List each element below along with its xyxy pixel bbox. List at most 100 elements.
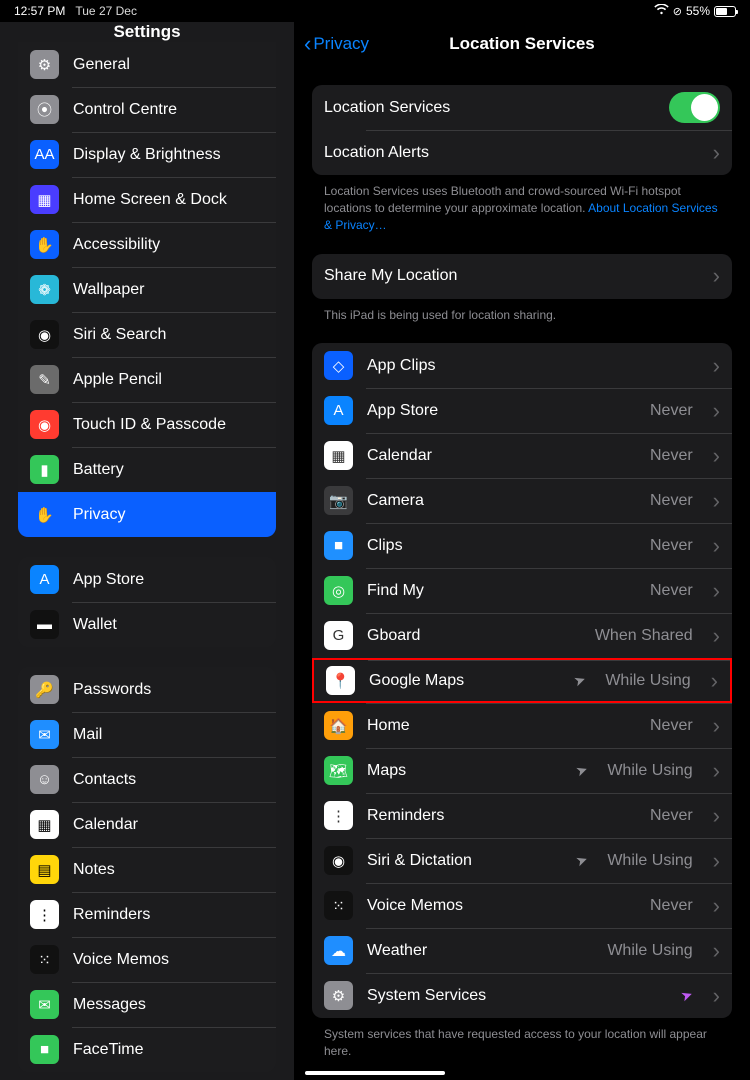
app-row-google-maps[interactable]: 📍Google Maps➤While Using›: [312, 658, 732, 703]
app-row-app-clips[interactable]: ◇App Clips›: [312, 343, 732, 388]
app-row-maps[interactable]: 🗺Maps➤While Using›: [312, 748, 732, 793]
sidebar-item-reminders[interactable]: ⋮Reminders: [18, 892, 276, 937]
app-row-voice-memos[interactable]: ⁙Voice MemosNever›: [312, 883, 732, 928]
reminders-icon: ⋮: [324, 801, 353, 830]
sidebar-item-touch-id-passcode[interactable]: ◉Touch ID & Passcode: [18, 402, 276, 447]
sidebar-item-general[interactable]: ⚙︎ General: [18, 42, 276, 87]
app-row-find-my[interactable]: ◎Find MyNever›: [312, 568, 732, 613]
sidebar-item-label: Battery: [73, 461, 124, 479]
sidebar-item-label: Passwords: [73, 681, 151, 699]
sidebar-item-accessibility[interactable]: ✋Accessibility: [18, 222, 276, 267]
sidebar-item-wallpaper[interactable]: ❁ Wallpaper: [18, 267, 276, 312]
location-services-toggle[interactable]: [669, 92, 720, 123]
app-row-home[interactable]: 🏠HomeNever›: [312, 703, 732, 748]
sidebar-item-mail[interactable]: ✉︎Mail: [18, 712, 276, 757]
sidebar-item-label: Control Centre: [73, 101, 177, 119]
home-icon: 🏠: [324, 711, 353, 740]
app-row-gboard[interactable]: GGboardWhen Shared›: [312, 613, 732, 658]
apps-section: ◇App Clips›AApp StoreNever›▦CalendarNeve…: [312, 343, 732, 1018]
location-services-toggle-row[interactable]: Location Services: [312, 85, 732, 130]
sidebar-item-voice-memos[interactable]: ⁙Voice Memos: [18, 937, 276, 982]
wifi-icon: [654, 4, 669, 18]
contacts-icon: ☺: [30, 765, 59, 794]
sidebar-item-privacy[interactable]: ✋Privacy: [18, 492, 276, 537]
sidebar-item-facetime[interactable]: ■FaceTime: [18, 1027, 276, 1072]
sidebar-item-wallet[interactable]: ▬Wallet: [18, 602, 276, 647]
sidebar-item-label: General: [73, 56, 130, 74]
sidebar-item-label: Wallet: [73, 616, 117, 634]
back-label: Privacy: [313, 34, 369, 54]
app-value: Never: [650, 897, 693, 915]
app-value: While Using: [607, 762, 692, 780]
calendar-icon: ▦: [30, 810, 59, 839]
maps-icon: 🗺: [324, 756, 353, 785]
sidebar-item-apple-pencil[interactable]: ✎ Apple Pencil: [18, 357, 276, 402]
settings-sidebar[interactable]: Settings ⚙︎ General ⦿Control CentreAADispl…: [0, 22, 294, 1080]
sidebar-item-contacts[interactable]: ☺Contacts: [18, 757, 276, 802]
detail-pane[interactable]: ‹ Privacy Location Services Location Ser…: [294, 22, 750, 1080]
app-row-calendar[interactable]: ▦CalendarNever›: [312, 433, 732, 478]
app-value: Never: [650, 717, 693, 735]
chevron-right-icon: ›: [713, 940, 720, 962]
sidebar-item-home-screen-dock[interactable]: ▦Home Screen & Dock: [18, 177, 276, 222]
location-alerts-label: Location Alerts: [324, 144, 429, 162]
app-label: Calendar: [367, 447, 432, 465]
sidebar-item-label: Calendar: [73, 816, 138, 834]
app-label: App Store: [367, 402, 438, 420]
sidebar-item-display-brightness[interactable]: AADisplay & Brightness: [18, 132, 276, 177]
app-row-system-services[interactable]: ⚙︎System Services➤›: [312, 973, 732, 1018]
siri-dictation-icon: ◉: [324, 846, 353, 875]
sidebar-item-label: Mail: [73, 726, 102, 744]
location-footer-3: System services that have requested acce…: [312, 1018, 732, 1060]
home-indicator[interactable]: [305, 1071, 445, 1075]
app-label: Weather: [367, 942, 427, 960]
share-my-location-row[interactable]: Share My Location ›: [312, 254, 732, 299]
app-row-siri-dictation[interactable]: ◉Siri & Dictation➤While Using›: [312, 838, 732, 883]
sidebar-item-passwords[interactable]: 🔑Passwords: [18, 667, 276, 712]
app-row-camera[interactable]: 📷CameraNever›: [312, 478, 732, 523]
chevron-right-icon: ›: [713, 850, 720, 872]
google-maps-icon: 📍: [326, 666, 355, 695]
location-alerts-row[interactable]: Location Alerts ›: [312, 130, 732, 175]
app-row-reminders[interactable]: ⋮RemindersNever›: [312, 793, 732, 838]
app-value: While Using: [607, 852, 692, 870]
sidebar-item-messages[interactable]: ✉︎Messages: [18, 982, 276, 1027]
sidebar-item-label: Notes: [73, 861, 115, 879]
chevron-right-icon: ›: [713, 805, 720, 827]
app-label: Home: [367, 717, 410, 735]
sidebar-item-notes[interactable]: ▤Notes: [18, 847, 276, 892]
app-row-clips[interactable]: ■ClipsNever›: [312, 523, 732, 568]
voice-memos-icon: ⁙: [30, 945, 59, 974]
sidebar-item-control-centre[interactable]: ⦿Control Centre: [18, 87, 276, 132]
sidebar-item-label: Apple Pencil: [73, 371, 162, 389]
accessibility-icon: ✋: [30, 230, 59, 259]
app-value: Never: [650, 537, 693, 555]
app-value: While Using: [607, 942, 692, 960]
privacy-icon: ✋: [30, 500, 59, 529]
back-button[interactable]: ‹ Privacy: [304, 31, 369, 57]
clips-icon: ■: [324, 531, 353, 560]
sidebar-item-app-store[interactable]: AApp Store: [18, 557, 276, 602]
voice-memos-icon: ⁙: [324, 891, 353, 920]
sidebar-item-siri-search[interactable]: ◉Siri & Search: [18, 312, 276, 357]
sidebar-item-calendar[interactable]: ▦ Calendar: [18, 802, 276, 847]
app-store-icon: A: [324, 396, 353, 425]
share-location-section: Share My Location ›: [312, 254, 732, 299]
wallpaper-icon: ❁: [30, 275, 59, 304]
app-label: Reminders: [367, 807, 444, 825]
app-row-weather[interactable]: ☁︎WeatherWhile Using›: [312, 928, 732, 973]
app-value: Never: [650, 447, 693, 465]
app-label: System Services: [367, 987, 486, 1005]
sidebar-item-label: Home Screen & Dock: [73, 191, 227, 209]
chevron-right-icon: ›: [713, 760, 720, 782]
app-label: Siri & Dictation: [367, 852, 472, 870]
apple-pencil-icon: ✎: [30, 365, 59, 394]
app-row-app-store[interactable]: AApp StoreNever›: [312, 388, 732, 433]
sidebar-item-battery[interactable]: ▮Battery: [18, 447, 276, 492]
general-icon: ⚙︎: [30, 50, 59, 79]
app-label: Voice Memos: [367, 897, 463, 915]
sidebar-item-label: Reminders: [73, 906, 150, 924]
sidebar-item-label: Wallpaper: [73, 281, 144, 299]
sidebar-title: Settings: [0, 22, 294, 42]
chevron-right-icon: ›: [713, 985, 720, 1007]
